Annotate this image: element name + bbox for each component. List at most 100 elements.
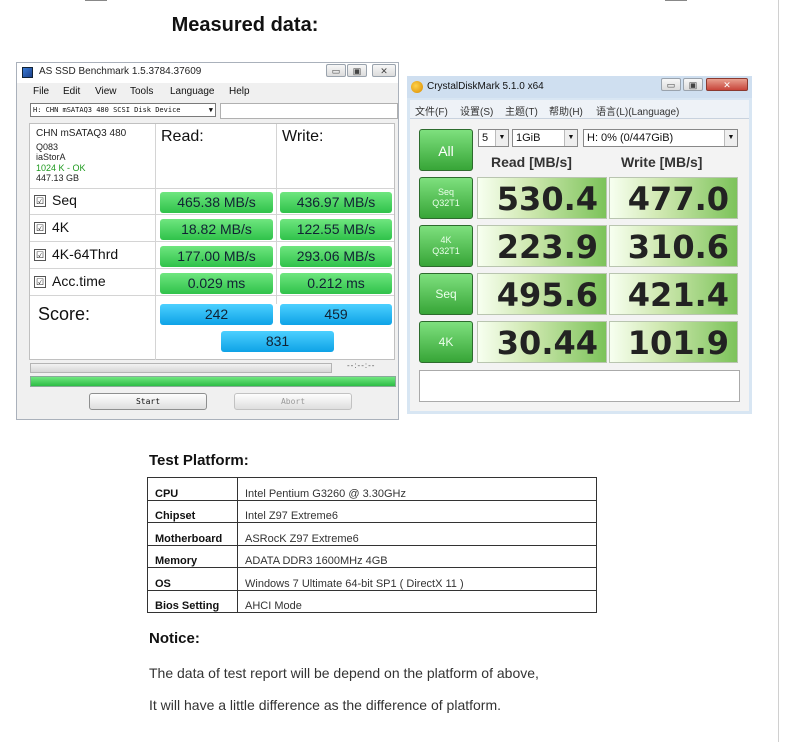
table-row: OS Windows 7 Ultimate 64-bit SP1 ( Direc… bbox=[147, 567, 597, 591]
menu-help[interactable]: 帮助(H) bbox=[549, 103, 583, 118]
as-ssd-title: AS SSD Benchmark 1.5.3784.37609 bbox=[39, 66, 202, 77]
cdm-titlebar: CrystalDiskMark 5.1.0 x64 ▭ ▣ ✕ bbox=[407, 76, 752, 98]
capacity: 447.13 GB bbox=[36, 173, 80, 183]
cdm-menubar: 文件(F) 设置(S) 主题(T) 帮助(H) 语言(L)(Language) bbox=[410, 100, 749, 119]
4k-label: 4K bbox=[438, 334, 454, 349]
menu-language[interactable]: Language bbox=[170, 86, 215, 97]
chevron-down-icon: ▼ bbox=[208, 106, 213, 114]
menu-tools[interactable]: Tools bbox=[130, 86, 153, 97]
firmware: Q083 bbox=[36, 142, 59, 152]
progress-bar-total bbox=[30, 376, 396, 387]
test-count-value: 5 bbox=[482, 132, 489, 144]
as-ssd-menubar: File Edit View Tools Language Help bbox=[17, 84, 398, 100]
page-heading: Measured data: bbox=[171, 14, 319, 36]
platform-table: CPU Intel Pentium G3260 @ 3.30GHz Chipse… bbox=[147, 477, 597, 613]
seq-q32t1-read: 530.4 bbox=[477, 177, 607, 219]
seq-read-value: 465.38 MB/s bbox=[160, 192, 273, 213]
seq-row-label[interactable]: ☑ Seq bbox=[34, 192, 77, 208]
close-button[interactable]: ✕ bbox=[706, 78, 748, 91]
spec-key: OS bbox=[147, 567, 238, 591]
device-name: CHN mSATAQ3 480 bbox=[36, 128, 127, 139]
4k-read-value: 18.82 MB/s bbox=[160, 219, 273, 240]
4k-button[interactable]: 4K bbox=[419, 321, 473, 363]
score-write: 459 bbox=[280, 304, 392, 325]
table-row: Motherboard ASRocK Z97 Extreme6 bbox=[147, 522, 597, 546]
4k64-label: 4K-64Thrd bbox=[52, 246, 119, 262]
start-button[interactable]: Start bbox=[89, 393, 207, 410]
spec-value: ASRocK Z97 Extreme6 bbox=[237, 522, 597, 546]
app-icon bbox=[22, 67, 33, 78]
menu-view[interactable]: View bbox=[95, 86, 117, 97]
spec-key: Bios Setting bbox=[147, 589, 238, 613]
acctime-read-value: 0.029 ms bbox=[160, 273, 273, 294]
maximize-button[interactable]: ▣ bbox=[683, 78, 703, 91]
top-edge-line-left bbox=[85, 0, 107, 1]
spec-key: CPU bbox=[147, 477, 238, 501]
alignment-status: 1024 K - OK bbox=[36, 163, 86, 173]
menu-edit[interactable]: Edit bbox=[63, 86, 80, 97]
chevron-down-icon: ▼ bbox=[724, 130, 737, 146]
read-header: Read [MB/s] bbox=[491, 154, 572, 170]
menu-language[interactable]: 语言(L)(Language) bbox=[596, 103, 679, 118]
minimize-button[interactable]: ▭ bbox=[326, 64, 346, 77]
cdm-title: CrystalDiskMark 5.1.0 x64 bbox=[427, 81, 544, 92]
close-button[interactable]: ✕ bbox=[372, 64, 396, 77]
score-label: Score: bbox=[38, 304, 91, 324]
test-count-select[interactable]: 5 ▼ bbox=[478, 129, 509, 147]
4k-row-label[interactable]: ☑ 4K bbox=[34, 219, 69, 235]
spec-value: AHCI Mode bbox=[237, 589, 597, 613]
seq-read: 495.6 bbox=[477, 273, 607, 315]
chevron-down-icon: ▼ bbox=[495, 130, 508, 146]
minimize-button[interactable]: ▭ bbox=[661, 78, 681, 91]
elapsed-time: --:--:-- bbox=[347, 361, 376, 370]
as-ssd-titlebar: AS SSD Benchmark 1.5.3784.37609 ▭ ▣ ✕ bbox=[17, 63, 398, 83]
seq-q32t1-label-1: Seq bbox=[437, 187, 454, 197]
notice-line-1: The data of test report will be depend o… bbox=[149, 665, 539, 681]
as-ssd-window: AS SSD Benchmark 1.5.3784.37609 ▭ ▣ ✕ Fi… bbox=[16, 62, 399, 420]
4k64-write-value: 293.06 MB/s bbox=[280, 246, 392, 267]
menu-file[interactable]: 文件(F) bbox=[415, 103, 448, 118]
test-size-select[interactable]: 1GiB ▼ bbox=[512, 129, 578, 147]
seq-q32t1-label-2: Q32T1 bbox=[432, 198, 460, 208]
4k64-read-value: 177.00 MB/s bbox=[160, 246, 273, 267]
menu-theme[interactable]: 主题(T) bbox=[505, 103, 538, 118]
right-margin-rule bbox=[778, 0, 779, 742]
4k-q32t1-write: 310.6 bbox=[609, 225, 738, 267]
4k-write-value: 122.55 MB/s bbox=[280, 219, 392, 240]
4k-q32t1-label-2: Q32T1 bbox=[432, 246, 460, 256]
results-panel: CHN mSATAQ3 480 Q083 iaStorA 1024 K - OK… bbox=[29, 123, 395, 360]
abort-button[interactable]: Abort bbox=[234, 393, 352, 410]
spec-key: Motherboard bbox=[147, 522, 238, 546]
spec-key: Chipset bbox=[147, 499, 238, 523]
menu-file[interactable]: File bbox=[33, 86, 49, 97]
seq-label: Seq bbox=[435, 286, 457, 301]
menu-help[interactable]: Help bbox=[229, 86, 250, 97]
4k64-row-label[interactable]: ☑ 4K-64Thrd bbox=[34, 246, 118, 262]
table-row: Memory ADATA DDR3 1600MHz 4GB bbox=[147, 544, 597, 568]
table-row: Chipset Intel Z97 Extreme6 bbox=[147, 499, 597, 523]
spec-value: ADATA DDR3 1600MHz 4GB bbox=[237, 544, 597, 568]
drive-select[interactable]: H: 0% (0/447GiB) ▼ bbox=[583, 129, 738, 147]
drive-value: H: 0% (0/447GiB) bbox=[587, 132, 674, 144]
table-row: Bios Setting AHCI Mode bbox=[147, 589, 597, 613]
spec-key: Memory bbox=[147, 544, 238, 568]
drive-select[interactable]: H: CHN mSATAQ3 480 SCSI Disk Device ▼ bbox=[30, 103, 216, 117]
comment-input[interactable] bbox=[419, 370, 740, 402]
seq-button[interactable]: Seq bbox=[419, 273, 473, 315]
seq-write-value: 436.97 MB/s bbox=[280, 192, 392, 213]
seq-q32t1-button[interactable]: Seq Q32T1 bbox=[419, 177, 473, 219]
4k-label: 4K bbox=[52, 219, 70, 235]
progress-bar-current bbox=[30, 363, 332, 373]
4k-q32t1-label-1: 4K bbox=[440, 235, 452, 245]
checkbox-icon: ☑ bbox=[34, 249, 46, 261]
spec-value: Intel Pentium G3260 @ 3.30GHz bbox=[237, 477, 597, 501]
spec-value: Intel Z97 Extreme6 bbox=[237, 499, 597, 523]
menu-settings[interactable]: 设置(S) bbox=[460, 103, 493, 118]
4k-q32t1-button[interactable]: 4K Q32T1 bbox=[419, 225, 473, 267]
acctime-row-label[interactable]: ☑ Acc.time bbox=[34, 273, 106, 289]
drive-select-value: H: CHN mSATAQ3 480 SCSI Disk Device bbox=[33, 106, 181, 114]
acctime-label: Acc.time bbox=[52, 273, 106, 289]
platform-title: Test Platform: bbox=[149, 452, 249, 469]
maximize-button[interactable]: ▣ bbox=[347, 64, 367, 77]
all-button[interactable]: All bbox=[419, 129, 473, 171]
